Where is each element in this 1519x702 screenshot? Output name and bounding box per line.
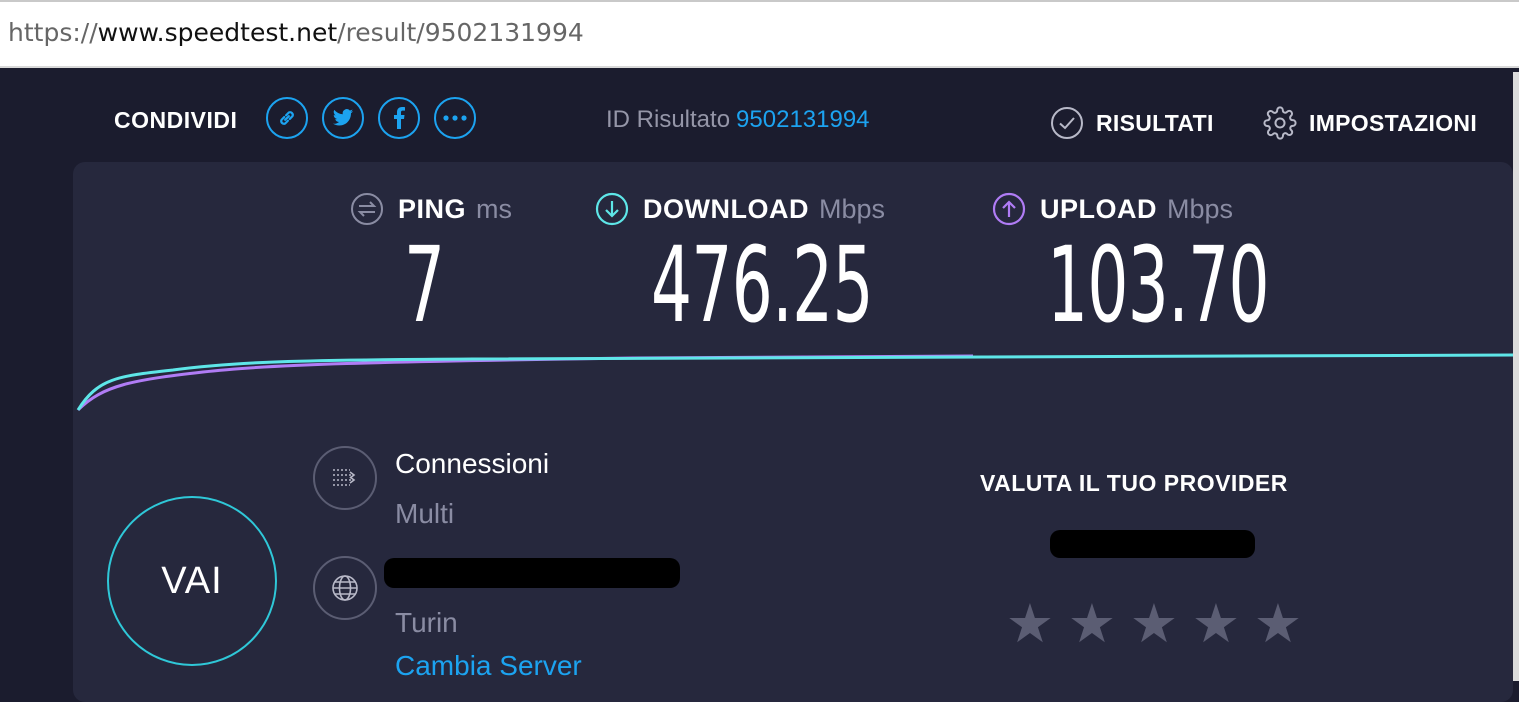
upload-curve bbox=[76, 354, 974, 412]
result-id-label: ID Risultato bbox=[606, 106, 731, 133]
ping-unit: ms bbox=[476, 193, 513, 224]
upload-unit: Mbps bbox=[1167, 193, 1234, 224]
download-value: 476.25 bbox=[651, 224, 874, 346]
go-button[interactable]: VAI bbox=[107, 496, 277, 666]
url-host: www.speedtest.net bbox=[97, 18, 338, 47]
connections-icon-wrap bbox=[313, 446, 377, 510]
rating-stars[interactable]: ★ ★ ★ ★ ★ bbox=[1004, 597, 1314, 651]
upload-label: UPLOAD bbox=[1040, 193, 1157, 224]
change-server-link[interactable]: Cambia Server bbox=[395, 650, 582, 682]
facebook-icon bbox=[394, 107, 405, 129]
check-circle-icon bbox=[1051, 107, 1083, 139]
redacted-isp-name bbox=[1050, 530, 1255, 558]
star-icon[interactable]: ★ bbox=[1128, 597, 1180, 651]
ping-metric-header: PING ms bbox=[350, 192, 512, 226]
connections-icon bbox=[333, 469, 356, 486]
twitter-icon bbox=[332, 109, 354, 126]
settings-link[interactable]: IMPOSTAZIONI bbox=[1263, 106, 1477, 140]
star-icon[interactable]: ★ bbox=[1252, 597, 1304, 651]
download-arrow-icon bbox=[595, 192, 629, 226]
share-label: CONDIVIDI bbox=[114, 107, 238, 133]
ping-value: 7 bbox=[404, 224, 445, 346]
speed-graph bbox=[76, 353, 1513, 412]
result-id: ID Risultato 9502131994 bbox=[606, 106, 870, 134]
rate-provider-title: VALUTA IL TUO PROVIDER bbox=[980, 470, 1288, 496]
link-icon bbox=[280, 111, 294, 125]
share-more-button[interactable] bbox=[434, 97, 476, 139]
upload-metric-header: UPLOAD Mbps bbox=[992, 192, 1233, 226]
share-twitter-button[interactable] bbox=[322, 97, 364, 139]
ping-label: PING bbox=[398, 193, 467, 224]
gear-icon bbox=[1263, 106, 1297, 140]
results-label: RISULTATI bbox=[1096, 109, 1214, 136]
upload-arrow-icon bbox=[992, 192, 1026, 226]
ping-icon bbox=[351, 193, 383, 225]
url-scheme: https:// bbox=[8, 18, 98, 47]
star-icon[interactable]: ★ bbox=[1190, 597, 1242, 651]
server-icon-wrap bbox=[313, 556, 377, 620]
download-label: DOWNLOAD bbox=[643, 193, 809, 224]
download-unit: Mbps bbox=[818, 193, 886, 224]
share-facebook-button[interactable] bbox=[378, 97, 420, 139]
download-curve bbox=[76, 353, 1513, 411]
results-link[interactable]: RISULTATI bbox=[1050, 106, 1214, 140]
redacted-provider-name bbox=[384, 558, 680, 588]
share-link-button[interactable] bbox=[266, 97, 308, 139]
star-icon[interactable]: ★ bbox=[1004, 597, 1056, 651]
server-location: Turin bbox=[395, 607, 458, 638]
download-metric-header: DOWNLOAD Mbps bbox=[595, 192, 885, 226]
url-path: /result/9502131994 bbox=[337, 18, 584, 47]
more-icon bbox=[443, 115, 467, 121]
settings-label: IMPOSTAZIONI bbox=[1309, 109, 1478, 136]
browser-address-bar[interactable]: https://www.speedtest.net/result/9502131… bbox=[0, 0, 1519, 68]
star-icon[interactable]: ★ bbox=[1066, 597, 1118, 651]
address-bar-divider bbox=[0, 66, 1519, 68]
scrollbar[interactable] bbox=[1513, 72, 1519, 681]
url-text[interactable]: https://www.speedtest.net/result/9502131… bbox=[8, 18, 584, 47]
connections-value: Multi bbox=[395, 498, 455, 529]
upload-value: 103.70 bbox=[1047, 224, 1270, 346]
globe-icon bbox=[332, 575, 358, 601]
connections-title: Connessioni bbox=[395, 448, 550, 479]
result-id-value[interactable]: 9502131994 bbox=[736, 106, 869, 133]
